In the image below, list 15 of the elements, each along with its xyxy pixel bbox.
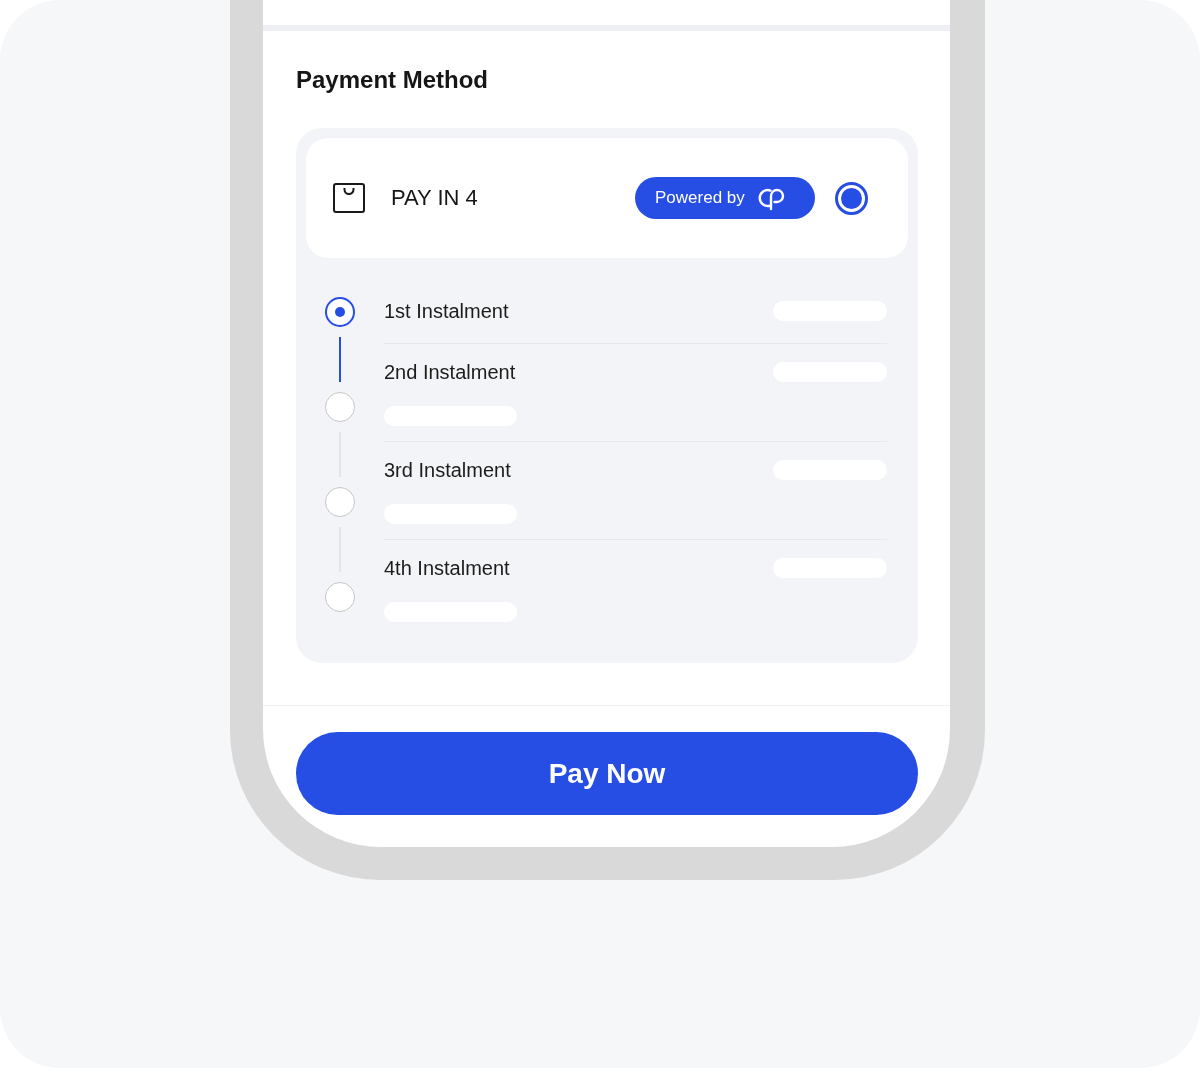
- instalment-label: 1st Instalment: [384, 299, 509, 323]
- shopping-bag-icon: [333, 183, 365, 213]
- instalment-label: 4th Instalment: [384, 556, 510, 580]
- pay-now-button[interactable]: Pay Now: [296, 732, 918, 815]
- instalment-radio[interactable]: [325, 392, 355, 422]
- instalment-radio[interactable]: [325, 487, 355, 517]
- instalment-radio[interactable]: [325, 297, 355, 327]
- badge-label: Powered by: [655, 187, 745, 209]
- instalment-label: 3rd Instalment: [384, 458, 511, 482]
- section-title: Payment Method: [296, 65, 489, 95]
- option-label: PAY IN 4: [391, 185, 478, 210]
- timeline-connector: [339, 337, 341, 382]
- option-radio[interactable]: [835, 181, 868, 215]
- instalment-label: 2nd Instalment: [384, 360, 516, 384]
- instalment-radio[interactable]: [325, 582, 355, 612]
